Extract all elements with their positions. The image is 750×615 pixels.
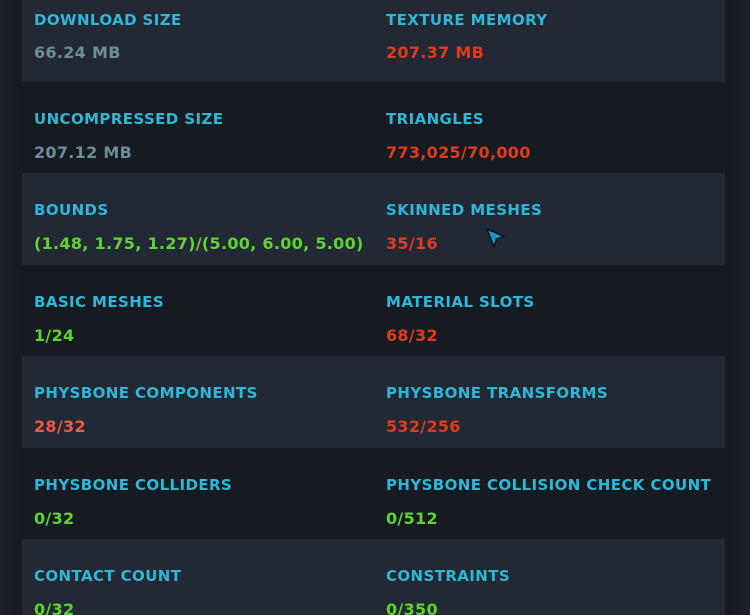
- stat-value: 0/32: [34, 508, 75, 528]
- stat-value: 66.24 MB: [34, 43, 121, 62]
- stat-label: UNCOMPRESSED SIZE: [34, 110, 224, 128]
- stat-label: SKINNED MESHES: [386, 201, 543, 220]
- stat-value: 532/256: [386, 417, 461, 437]
- stat-label: BASIC MESHES: [34, 292, 165, 311]
- stats-list: DOWNLOAD SIZE 66.24 MB TEXTURE MEMORY 20…: [22, 0, 725, 615]
- stat-value: 0/512: [386, 508, 438, 528]
- stat-value: 35/16: [386, 234, 438, 254]
- stats-row: BOUNDS (1.48, 1.75, 1.27)/(5.00, 6.00, 5…: [22, 173, 725, 265]
- stat-label: MATERIAL SLOTS: [386, 292, 535, 311]
- stat-value: (1.48, 1.75, 1.27)/(5.00, 6.00, 5.00): [34, 234, 364, 254]
- stat-value: 773,025/70,000: [386, 143, 531, 162]
- stat-value: 28/32: [34, 417, 86, 437]
- performance-stats-panel: DOWNLOAD SIZE 66.24 MB TEXTURE MEMORY 20…: [0, 0, 750, 615]
- stat-label: DOWNLOAD SIZE: [34, 11, 182, 29]
- stat-label: BOUNDS: [34, 201, 109, 220]
- stat-value: 0/350: [386, 599, 438, 615]
- stats-row: BASIC MESHES 1/24 MATERIAL SLOTS 68/32: [22, 265, 725, 356]
- stats-row: PHYSBONE COLLIDERS 0/32 PHYSBONE COLLISI…: [22, 448, 725, 539]
- stat-value: 0/32: [34, 599, 75, 615]
- pointer-arrow-icon: [486, 228, 505, 248]
- stat-label: PHYSBONE COLLIDERS: [34, 475, 233, 494]
- stat-label: CONTACT COUNT: [34, 566, 182, 585]
- stat-value: 68/32: [386, 325, 438, 345]
- stat-label: TEXTURE MEMORY: [386, 11, 548, 29]
- stats-row: DOWNLOAD SIZE 66.24 MB TEXTURE MEMORY 20…: [22, 0, 725, 82]
- stats-row: UNCOMPRESSED SIZE 207.12 MB TRIANGLES 77…: [22, 82, 725, 173]
- stats-row: CONTACT COUNT 0/32 CONSTRAINTS 0/350: [22, 538, 725, 615]
- stat-value: 207.37 MB: [386, 43, 485, 62]
- stat-label: PHYSBONE COLLISION CHECK COUNT: [386, 475, 712, 494]
- stat-value: 1/24: [34, 325, 75, 345]
- stat-label: CONSTRAINTS: [386, 566, 511, 585]
- stat-label: PHYSBONE COMPONENTS: [34, 384, 258, 403]
- stat-value: 207.12 MB: [34, 143, 133, 162]
- stat-label: TRIANGLES: [386, 110, 485, 128]
- stats-row: PHYSBONE COMPONENTS 28/32 PHYSBONE TRANS…: [22, 356, 725, 448]
- stat-label: PHYSBONE TRANSFORMS: [386, 384, 609, 403]
